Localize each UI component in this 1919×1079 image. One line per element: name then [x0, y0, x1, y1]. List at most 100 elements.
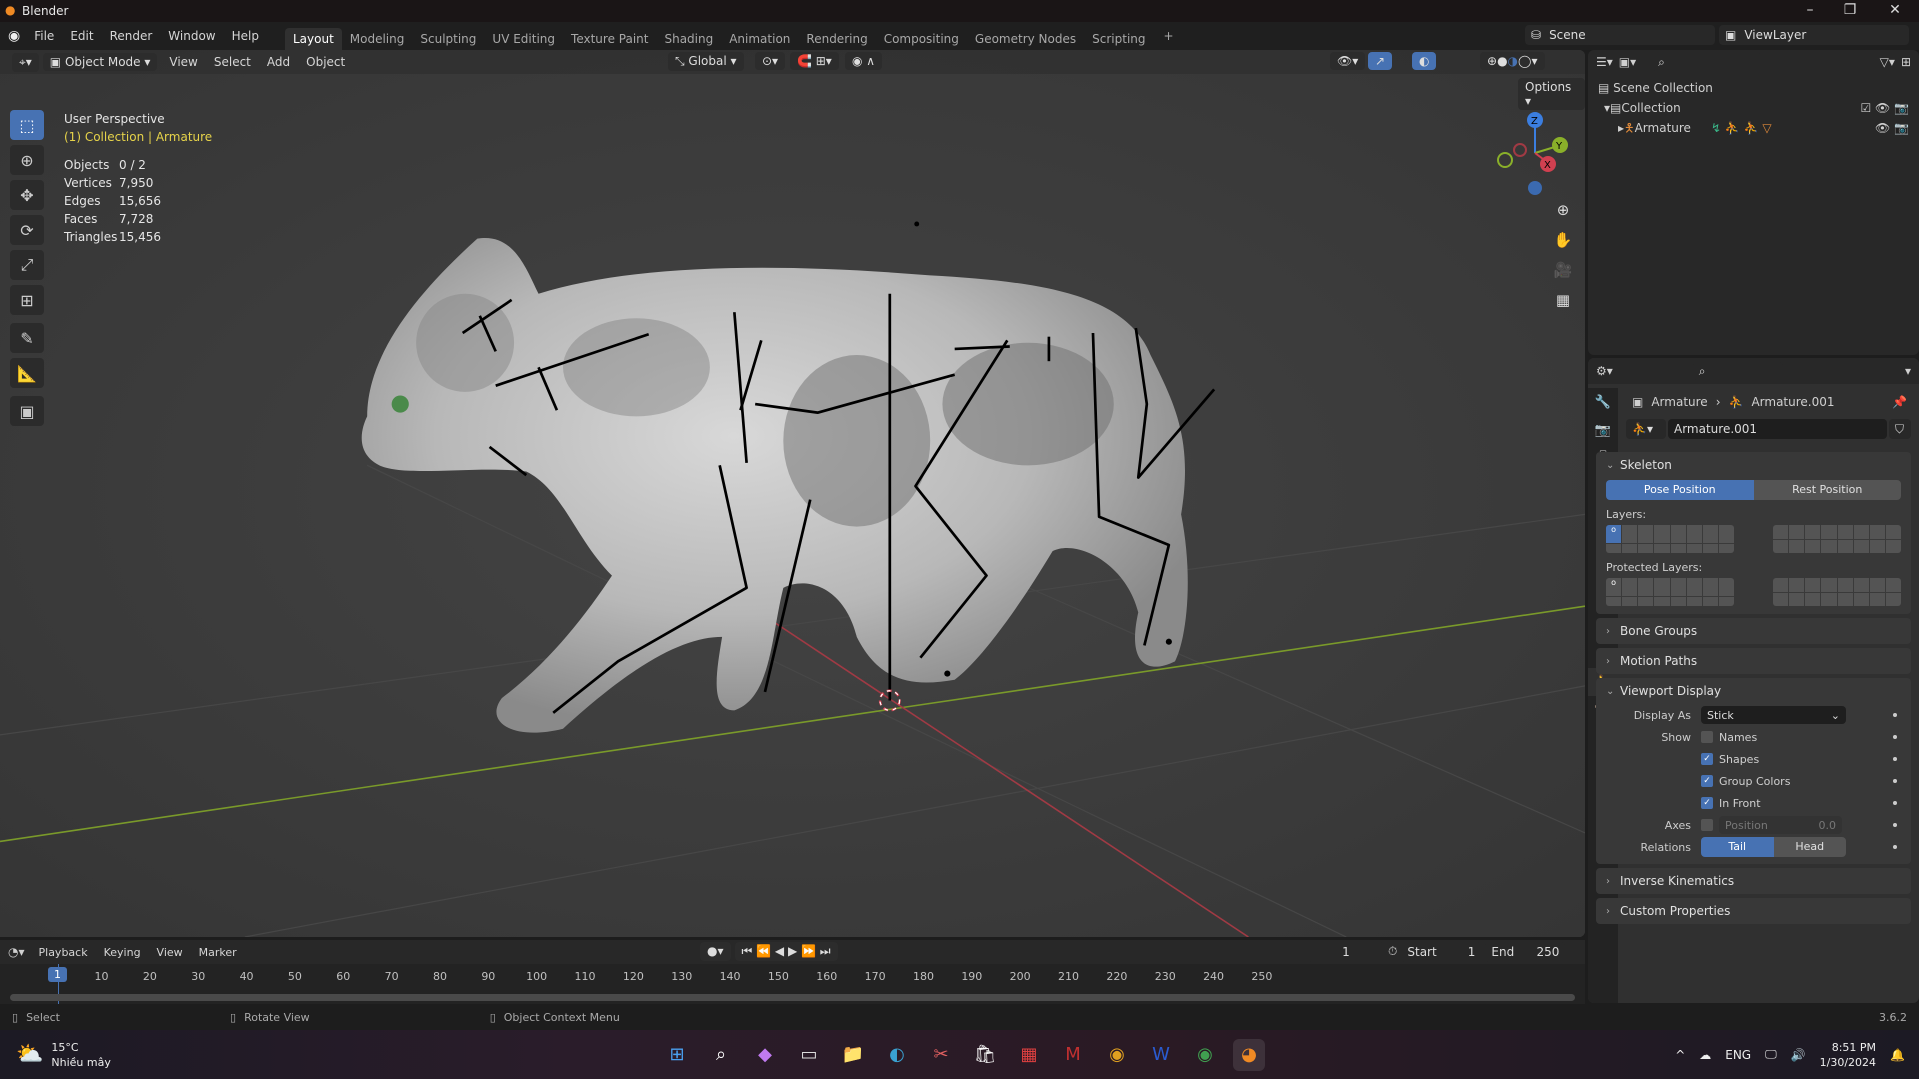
layer-cell[interactable]	[1869, 525, 1885, 539]
layer-cell[interactable]	[1805, 578, 1821, 592]
edge-icon[interactable]: ◐	[881, 1039, 913, 1071]
layer-cell[interactable]	[1622, 544, 1638, 553]
minimize-button[interactable]: –	[1790, 2, 1830, 18]
layer-cell[interactable]	[1837, 592, 1853, 606]
gizmo-toggle-icon[interactable]: ↗	[1368, 52, 1393, 70]
menu-window[interactable]: Window	[160, 26, 223, 46]
layer-cell[interactable]	[1686, 578, 1702, 596]
custom-properties-panel[interactable]: › Custom Properties	[1596, 898, 1911, 924]
layer-cell[interactable]	[1885, 539, 1901, 553]
notification-bell-icon[interactable]: 🔔	[1890, 1048, 1905, 1062]
layer-cell[interactable]	[1702, 544, 1718, 553]
network-icon[interactable]: 🖵	[1765, 1047, 1777, 1062]
layer-cell[interactable]	[1789, 592, 1805, 606]
layers-grid[interactable]: o	[1596, 525, 1911, 553]
keyframe-dot-icon[interactable]	[1893, 801, 1897, 805]
layer-cell[interactable]	[1670, 578, 1686, 596]
timeline-scrollbar[interactable]	[10, 994, 1575, 1001]
layer-grid[interactable]: o	[1606, 525, 1734, 553]
play-reverse-icon[interactable]: ◀	[775, 944, 788, 958]
layer-cell[interactable]	[1789, 525, 1805, 539]
layer-cell[interactable]	[1869, 578, 1885, 592]
zoom-icon[interactable]: ⊕	[1550, 195, 1576, 225]
wireframe-shading-icon[interactable]: ⊕	[1487, 54, 1497, 68]
ortho-grid-icon[interactable]: ▦	[1550, 285, 1576, 315]
tool-tab-icon[interactable]: 🔧	[1588, 388, 1618, 416]
copilot-icon[interactable]: ◆	[749, 1039, 781, 1071]
show-shapes-checkbox[interactable]: ✓	[1701, 753, 1713, 765]
proportional-edit-icon[interactable]: ◉ ∧	[845, 52, 883, 70]
collection-visibility-icons[interactable]: ☑ 👁 📷	[1860, 98, 1909, 118]
layer-cell[interactable]	[1718, 525, 1734, 543]
3d-viewport[interactable]: ⌖▾ ▣ Object Mode ▾ View Select Add Object ⤡…	[0, 50, 1585, 937]
axis-gizmo-icon[interactable]: Z Y X	[1490, 108, 1570, 198]
layer-cell[interactable]	[1686, 525, 1702, 543]
motion-paths-panel[interactable]: › Motion Paths	[1596, 648, 1911, 674]
timeline-menu-keying[interactable]: Keying	[96, 943, 149, 962]
store-icon[interactable]: 🛍	[969, 1039, 1001, 1071]
layer-cell[interactable]	[1885, 578, 1901, 592]
layer-cell[interactable]	[1853, 539, 1869, 553]
layer-cell[interactable]	[1821, 578, 1837, 592]
layer-cell[interactable]	[1670, 597, 1686, 606]
mode-dropdown[interactable]: ▣ Object Mode ▾	[42, 53, 158, 71]
show-group-colors-checkbox[interactable]: ✓	[1701, 775, 1713, 787]
add-cube-tool-icon[interactable]: ▣	[10, 396, 44, 426]
layer-cell[interactable]	[1885, 525, 1901, 539]
layer-grid[interactable]	[1773, 525, 1901, 553]
keyframe-dot-icon[interactable]	[1893, 823, 1897, 827]
keyframe-dot-icon[interactable]	[1893, 845, 1897, 849]
measure-tool-icon[interactable]: 📐	[10, 358, 44, 388]
layer-cell[interactable]	[1622, 597, 1638, 606]
layer-cell[interactable]	[1853, 525, 1869, 539]
mcafee-icon[interactable]: M	[1057, 1039, 1089, 1071]
select-box-tool-icon[interactable]: ⬚	[10, 110, 44, 140]
filter-icon[interactable]: ▽▾	[1880, 55, 1895, 69]
outliner-search-input[interactable]: ⌕	[1652, 53, 1763, 71]
clock[interactable]: 8:51 PM 1/30/2024	[1820, 1040, 1876, 1070]
layer-cell[interactable]	[1638, 597, 1654, 606]
layer-cell[interactable]: o	[1606, 525, 1622, 543]
menu-help[interactable]: Help	[224, 26, 267, 46]
layer-cell[interactable]	[1853, 578, 1869, 592]
blender-menu-icon[interactable]: ◉	[8, 28, 20, 44]
layer-grid[interactable]	[1773, 578, 1901, 606]
editor-type-icon[interactable]: ⚙▾	[1596, 364, 1613, 378]
display-as-dropdown[interactable]: Stick ⌄	[1701, 706, 1846, 724]
layer-cell[interactable]	[1654, 525, 1670, 543]
rest-position-button[interactable]: Rest Position	[1753, 480, 1901, 500]
editor-type-icon[interactable]: ◔▾	[8, 945, 25, 959]
layer-cell[interactable]	[1789, 578, 1805, 592]
tab-modeling[interactable]: Modeling	[342, 28, 413, 50]
menu-edit[interactable]: Edit	[62, 26, 101, 46]
layer-cell[interactable]	[1805, 525, 1821, 539]
snipping-tool-icon[interactable]: ✂	[925, 1039, 957, 1071]
start-icon[interactable]: ⊞	[661, 1039, 693, 1071]
auto-keying-icon[interactable]: ●▾	[700, 942, 731, 961]
layer-cell[interactable]	[1837, 525, 1853, 539]
file-explorer-icon[interactable]: 📁	[837, 1039, 869, 1071]
skeleton-panel-header[interactable]: ⌄ Skeleton	[1596, 452, 1911, 478]
task-view-icon[interactable]: ▭	[793, 1039, 825, 1071]
filter-view-layer-icon[interactable]: ▣▾	[1619, 55, 1636, 69]
keyframe-dot-icon[interactable]	[1893, 779, 1897, 783]
outliner-item-collection[interactable]: ▾ ▤ Collection ☑ 👁 📷	[1598, 98, 1909, 118]
protected-layers-grid[interactable]: o	[1596, 578, 1911, 606]
weather-widget[interactable]: ⛅ 15°C Nhiều mây	[16, 1040, 111, 1070]
pan-hand-icon[interactable]: ✋	[1550, 225, 1576, 255]
datablock-name-field[interactable]: Armature.001	[1668, 419, 1887, 439]
layer-cell[interactable]	[1773, 592, 1789, 606]
layer-cell[interactable]	[1670, 544, 1686, 553]
layer-cell[interactable]: o	[1606, 578, 1622, 596]
layer-cell[interactable]	[1622, 578, 1638, 596]
prev-keyframe-icon[interactable]: ⏪	[756, 944, 775, 958]
layer-cell[interactable]	[1789, 539, 1805, 553]
keyframe-dot-icon[interactable]	[1893, 713, 1897, 717]
bone-groups-panel[interactable]: › Bone Groups	[1596, 618, 1911, 644]
layer-cell[interactable]	[1654, 597, 1670, 606]
layer-cell[interactable]	[1702, 597, 1718, 606]
solid-shading-icon[interactable]: ●	[1497, 54, 1507, 68]
layer-cell[interactable]	[1718, 544, 1734, 553]
language-indicator[interactable]: ENG	[1725, 1048, 1751, 1062]
tab-geometry-nodes[interactable]: Geometry Nodes	[967, 28, 1084, 50]
